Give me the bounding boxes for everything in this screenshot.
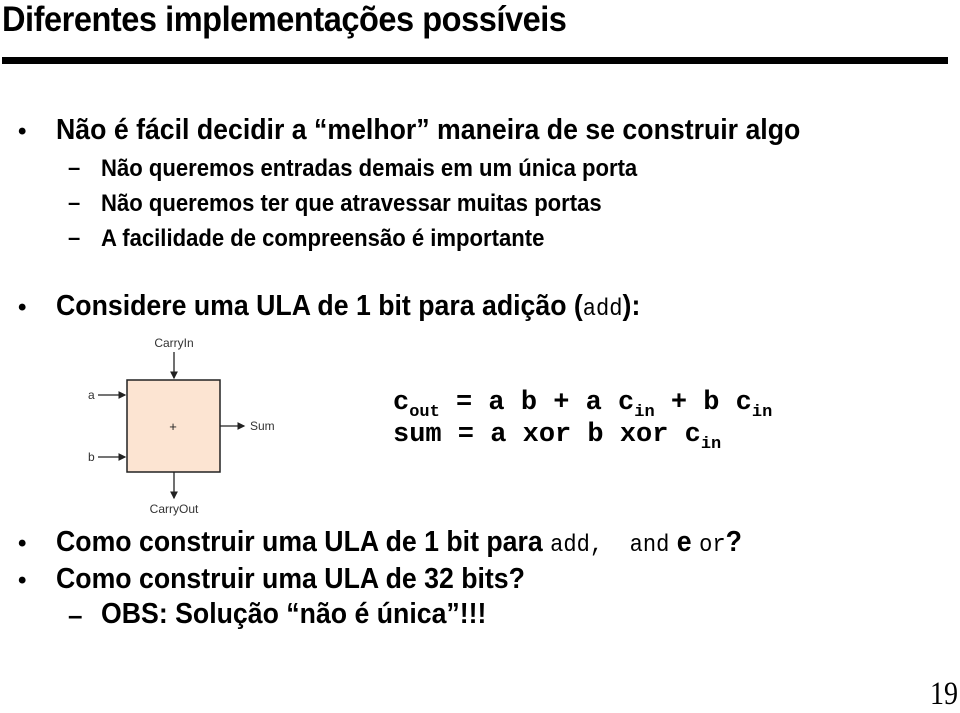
bullet-icon: • — [18, 530, 27, 557]
bullet-icon: • — [18, 567, 27, 594]
sum-lhs: sum — [393, 420, 442, 450]
bullet-2-text: Considere uma ULA de 1 bit para adição (… — [56, 290, 640, 323]
bullet-1-sub-2: Não queremos ter que atravessar muitas p… — [101, 190, 602, 217]
dash-icon: – — [68, 600, 83, 630]
cout-rhs-1: = a b + a c — [456, 388, 635, 418]
bullet-icon: • — [18, 294, 27, 321]
carry-out-label: CarryOut — [150, 502, 199, 516]
sum-sub: in — [700, 435, 722, 454]
input-a-label: a — [88, 388, 95, 402]
input-b-label: b — [88, 450, 95, 464]
bullet-3-code-1: add, and — [550, 532, 670, 559]
slide-title: Diferentes implementações possíveis — [2, 0, 567, 39]
dash-icon: – — [68, 190, 81, 215]
bullet-2-code: add — [582, 296, 623, 323]
carry-in-label: CarryIn — [154, 336, 193, 350]
bullet-4-text: Como construir uma ULA de 32 bits? — [56, 563, 525, 595]
title-rule — [2, 57, 948, 64]
bullet-2-text-after: ): — [622, 290, 641, 322]
operator-symbol: + — [169, 419, 177, 434]
cout-rhs-2: + b c — [654, 388, 752, 418]
cout-sub-2: in — [751, 403, 773, 422]
bullet-4-sub-1: OBS: Solução “não é única”!!! — [101, 598, 487, 630]
bullet-2-text-before: Considere uma ULA de 1 bit para adição ( — [56, 290, 583, 322]
dash-icon: – — [68, 225, 81, 250]
sum-rhs: = a xor b xor c — [441, 420, 701, 450]
dash-icon: – — [68, 155, 81, 180]
bullet-1-sub-3: A facilidade de compreensão é importante — [101, 225, 545, 252]
bullet-icon: • — [18, 118, 27, 145]
bullet-3-text: Como construir uma ULA de 1 bit para add… — [56, 526, 742, 559]
sum-formula: sum = a xor b xor cin — [393, 420, 721, 454]
cout-formula: cout = a b + a cin + b cin — [393, 388, 772, 422]
full-adder-diagram: CarryIn a b + Sum CarryOut — [88, 336, 275, 516]
bullet-3-text-after: ? — [725, 526, 742, 558]
bullet-3-code-2: or — [699, 532, 726, 559]
page-number: 19 — [929, 676, 958, 712]
cout-lhs: c — [393, 388, 410, 418]
bullet-1-sub-1: Não queremos entradas demais em um única… — [101, 155, 638, 182]
bullet-3-text-before: Como construir uma ULA de 1 bit para — [56, 526, 551, 558]
bullet-1-text: Não é fácil decidir a “melhor” maneira d… — [56, 114, 801, 146]
bullet-3-text-mid: e — [669, 526, 700, 558]
sum-label: Sum — [250, 419, 275, 433]
